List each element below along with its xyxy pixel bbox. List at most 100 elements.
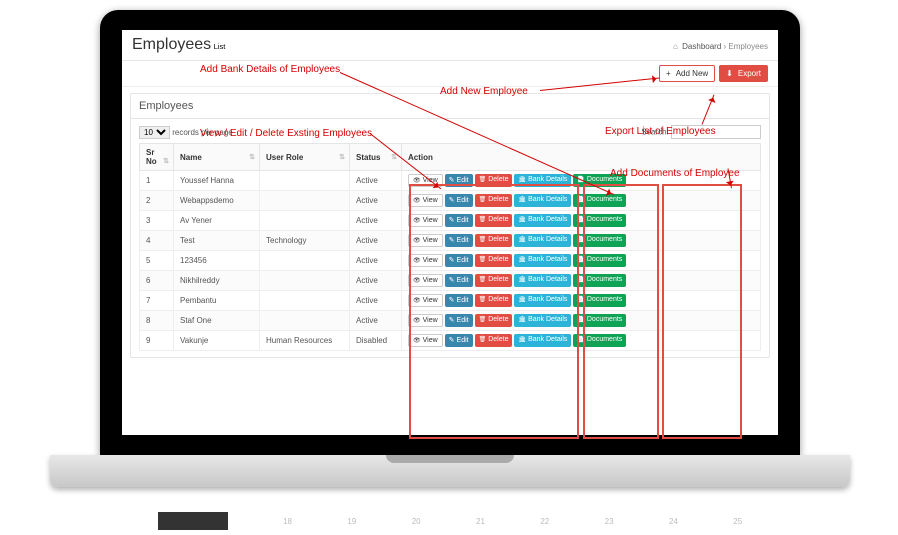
pencil-icon xyxy=(449,297,457,304)
edit-button[interactable]: Edit xyxy=(445,194,473,207)
delete-button[interactable]: Delete xyxy=(475,294,513,307)
cell-role: Human Resources xyxy=(260,331,350,351)
cell-role xyxy=(260,291,350,311)
bank-icon xyxy=(518,256,528,263)
cell-role xyxy=(260,311,350,331)
edit-button[interactable]: Edit xyxy=(445,174,473,187)
table-row: 2WebappsdemoActiveViewEditDeleteBank Det… xyxy=(140,191,761,211)
cell-status: Active xyxy=(350,231,402,251)
page-length-select[interactable]: 10 xyxy=(139,126,170,139)
cell-status: Active xyxy=(350,311,402,331)
col-name[interactable]: Name⇅ xyxy=(174,144,260,171)
eye-icon xyxy=(413,217,423,224)
bank-details-button[interactable]: Bank Details xyxy=(514,234,571,247)
cell-status: Active xyxy=(350,171,402,191)
edit-button[interactable]: Edit xyxy=(445,294,473,307)
trash-icon xyxy=(479,296,489,303)
document-icon xyxy=(577,336,586,343)
documents-button[interactable]: Documents xyxy=(573,194,626,207)
eye-icon xyxy=(413,237,423,244)
delete-button[interactable]: Delete xyxy=(475,214,513,227)
bank-details-button[interactable]: Bank Details xyxy=(514,334,571,347)
cell-name: Youssef Hanna xyxy=(174,171,260,191)
cell-srno: 9 xyxy=(140,331,174,351)
view-button[interactable]: View xyxy=(408,334,443,347)
add-new-button[interactable]: Add New xyxy=(659,65,715,82)
breadcrumb-current: Employees xyxy=(728,42,768,51)
view-button[interactable]: View xyxy=(408,234,443,247)
cell-status: Active xyxy=(350,251,402,271)
bank-details-button[interactable]: Bank Details xyxy=(514,214,571,227)
cell-srno: 7 xyxy=(140,291,174,311)
view-button[interactable]: View xyxy=(408,314,443,327)
documents-button[interactable]: Documents xyxy=(573,254,626,267)
bank-details-button[interactable]: Bank Details xyxy=(514,254,571,267)
pencil-icon xyxy=(449,257,457,264)
edit-button[interactable]: Edit xyxy=(445,234,473,247)
col-role[interactable]: User Role⇅ xyxy=(260,144,350,171)
bank-details-button[interactable]: Bank Details xyxy=(514,314,571,327)
view-button[interactable]: View xyxy=(408,294,443,307)
pencil-icon xyxy=(449,197,457,204)
delete-button[interactable]: Delete xyxy=(475,334,513,347)
documents-button[interactable]: Documents xyxy=(573,314,626,327)
cell-role xyxy=(260,191,350,211)
breadcrumb-home[interactable]: Dashboard xyxy=(682,42,721,51)
cell-role xyxy=(260,251,350,271)
delete-button[interactable]: Delete xyxy=(475,314,513,327)
bank-icon xyxy=(518,216,528,223)
bank-details-button[interactable]: Bank Details xyxy=(514,294,571,307)
bank-details-button[interactable]: Bank Details xyxy=(514,174,571,187)
document-icon xyxy=(577,296,586,303)
trash-icon xyxy=(479,256,489,263)
eye-icon xyxy=(413,257,423,264)
col-action: Action xyxy=(402,144,761,171)
edit-button[interactable]: Edit xyxy=(445,254,473,267)
delete-button[interactable]: Delete xyxy=(475,234,513,247)
delete-button[interactable]: Delete xyxy=(475,194,513,207)
bank-icon xyxy=(518,196,528,203)
home-icon xyxy=(673,42,680,51)
pencil-icon xyxy=(449,277,457,284)
eye-icon xyxy=(413,297,423,304)
breadcrumb: Dashboard › Employees xyxy=(673,42,768,51)
search-label: Search: xyxy=(641,128,669,137)
edit-button[interactable]: Edit xyxy=(445,214,473,227)
cell-name: Test xyxy=(174,231,260,251)
view-button[interactable]: View xyxy=(408,194,443,207)
cell-role: Technology xyxy=(260,231,350,251)
cell-status: Active xyxy=(350,271,402,291)
edit-button[interactable]: Edit xyxy=(445,334,473,347)
bank-icon xyxy=(518,276,528,283)
trash-icon xyxy=(479,276,489,283)
view-button[interactable]: View xyxy=(408,274,443,287)
page-length-label: records per page xyxy=(172,128,232,137)
bank-details-button[interactable]: Bank Details xyxy=(514,194,571,207)
bank-icon xyxy=(518,296,528,303)
delete-button[interactable]: Delete xyxy=(475,174,513,187)
documents-button[interactable]: Documents xyxy=(573,294,626,307)
export-button[interactable]: Export xyxy=(719,65,768,82)
documents-button[interactable]: Documents xyxy=(573,214,626,227)
delete-button[interactable]: Delete xyxy=(475,254,513,267)
document-icon xyxy=(577,236,586,243)
edit-button[interactable]: Edit xyxy=(445,314,473,327)
view-button[interactable]: View xyxy=(408,214,443,227)
documents-button[interactable]: Documents xyxy=(573,274,626,287)
view-button[interactable]: View xyxy=(408,254,443,267)
col-srno[interactable]: Sr No⇅ xyxy=(140,144,174,171)
eye-icon xyxy=(413,177,423,184)
cell-status: Active xyxy=(350,291,402,311)
search-input[interactable] xyxy=(671,125,761,139)
cell-name: Webappsdemo xyxy=(174,191,260,211)
bank-details-button[interactable]: Bank Details xyxy=(514,274,571,287)
cell-srno: 5 xyxy=(140,251,174,271)
edit-button[interactable]: Edit xyxy=(445,274,473,287)
documents-button[interactable]: Documents xyxy=(573,334,626,347)
col-status[interactable]: Status⇅ xyxy=(350,144,402,171)
cell-role xyxy=(260,171,350,191)
cell-srno: 2 xyxy=(140,191,174,211)
document-icon xyxy=(577,276,586,283)
documents-button[interactable]: Documents xyxy=(573,234,626,247)
delete-button[interactable]: Delete xyxy=(475,274,513,287)
